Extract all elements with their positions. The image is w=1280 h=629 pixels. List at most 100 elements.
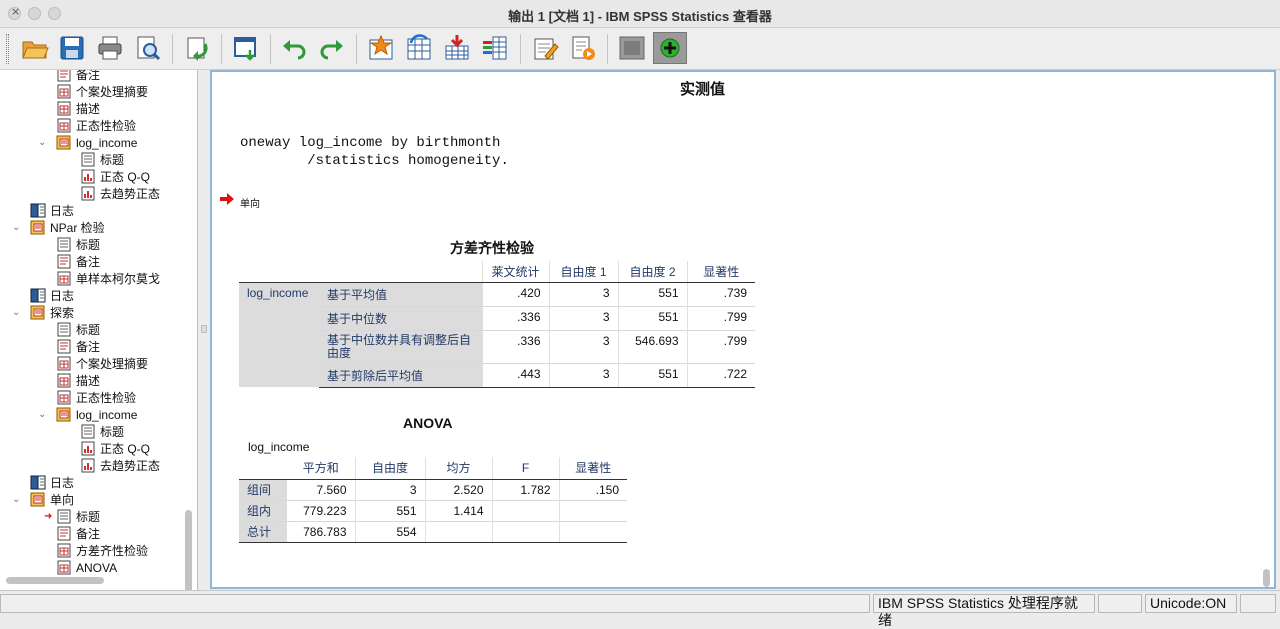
tree-item-label: 备注 [76, 70, 101, 82]
tree-item-label: NPar 检验 [50, 221, 105, 235]
tree-item[interactable]: 日志 [30, 287, 74, 304]
tree-item[interactable]: 标题 [56, 321, 100, 338]
tree-item[interactable]: ⌄ log_income [38, 134, 137, 151]
expand-chevron-icon[interactable]: ⌄ [12, 307, 24, 318]
chart-icon [80, 458, 96, 473]
save-icon [60, 36, 84, 60]
table-cell: 554 [354, 520, 425, 543]
pane-splitter[interactable] [198, 70, 210, 590]
outline-vertical-scrollbar[interactable] [185, 510, 192, 590]
expand-chevron-icon[interactable]: ⌄ [12, 494, 24, 505]
tree-item[interactable]: 标题 ➜ [44, 508, 101, 525]
tree-item[interactable]: 备注 [56, 338, 100, 355]
syntax-line: oneway log_income by birthmonth [240, 135, 501, 151]
log-icon [30, 288, 46, 303]
table-cell: .336 [481, 329, 549, 363]
tree-item[interactable]: 备注 [56, 70, 100, 83]
tree-item[interactable]: 个案处理摘要 [56, 355, 148, 372]
status-bar: IBM SPSS Statistics 处理程序就绪 Unicode:ON [0, 590, 1280, 628]
tree-item[interactable]: 正态 Q-Q [80, 168, 150, 185]
table-icon [56, 373, 72, 388]
expand-chevron-icon[interactable]: ⌄ [38, 409, 50, 420]
goto-case-icon [369, 34, 393, 60]
table-cell: 3 [548, 305, 618, 330]
tree-item[interactable]: 方差齐性检验 [56, 542, 148, 559]
tree-item[interactable]: ⌄ 单向 [12, 491, 74, 508]
tree-item[interactable]: 描述 [56, 372, 100, 389]
tree-item-label: 正态 Q-Q [100, 170, 150, 184]
table-cell: 1.782 [491, 478, 559, 500]
tree-item-label: 正态 Q-Q [100, 442, 150, 456]
toolbar-grip[interactable] [6, 34, 9, 64]
column-header: 自由度 1 [548, 261, 618, 283]
table-cell: 1.414 [424, 499, 492, 521]
tree-item[interactable]: 正态性检验 [56, 389, 136, 406]
insert-cases-button[interactable] [440, 32, 474, 64]
tree-item-label: 标题 [76, 510, 101, 524]
open-button[interactable] [18, 32, 52, 64]
variables-button[interactable] [478, 32, 512, 64]
undo-button[interactable] [277, 32, 311, 64]
tree-item[interactable]: 备注 [56, 525, 100, 542]
row-label: 基于剪除后平均值 [319, 362, 482, 388]
table-cell: 546.693 [617, 329, 687, 363]
tree-item[interactable]: 标题 [56, 236, 100, 253]
tree-item-label: 去趋势正态 [100, 187, 161, 201]
tree-item[interactable]: 个案处理摘要 [56, 83, 148, 100]
expand-chevron-icon[interactable]: ⌄ [12, 222, 24, 233]
run-script-button[interactable] [566, 32, 600, 64]
redo-button[interactable] [315, 32, 349, 64]
row-variable-label: log_income [239, 281, 319, 387]
variables-icon [483, 36, 507, 60]
designate-window-button[interactable] [528, 32, 562, 64]
expand-chevron-icon[interactable]: ⌄ [38, 137, 50, 148]
title-icon [80, 424, 96, 439]
tree-item[interactable]: ⌄ NPar 检验 [12, 219, 105, 236]
export-button[interactable] [180, 32, 214, 64]
row-label: 基于中位数并具有调整后自由度 [319, 329, 482, 363]
tree-item[interactable]: 标题 [80, 151, 124, 168]
show-button[interactable] [653, 32, 687, 64]
tree-item[interactable]: 正态性检验 [56, 117, 136, 134]
tree-item[interactable]: ANOVA [56, 559, 117, 576]
tree-item[interactable]: 标题 [80, 423, 124, 440]
chart-icon [80, 441, 96, 456]
chart-icon [80, 186, 96, 201]
tree-item[interactable]: 单样本柯尔莫戈 [56, 270, 160, 287]
row-label: 组内 [239, 499, 287, 521]
tree-item-label: ANOVA [76, 560, 118, 575]
tree-item[interactable]: 正态 Q-Q [80, 440, 150, 457]
outline-tree-pane[interactable]: 备注 个案处理摘要 描述 正态性检验 ⌄ log_income 标题 正态 Q-Q 去趋势正态日… [0, 70, 198, 590]
table-cell: 551 [617, 362, 687, 388]
syntax-line: /statistics homogeneity. [240, 153, 509, 169]
open-folder-icon [22, 41, 49, 59]
anova-table[interactable]: 平方和 自由度 均方 F 显著性 组间 7.560 3 2.520 1.782 … [239, 457, 627, 543]
tree-item[interactable]: 备注 [56, 253, 100, 270]
tree-item-label: 日志 [50, 476, 75, 490]
goto-case-button[interactable] [364, 32, 398, 64]
save-button[interactable] [55, 32, 89, 64]
tree-item[interactable]: 去趋势正态 [80, 185, 160, 202]
tree-item-label: 去趋势正态 [100, 459, 161, 473]
levene-table[interactable]: 莱文统计 自由度 1 自由度 2 显著性 log_income 基于平均值 .4… [239, 261, 755, 388]
tree-item[interactable]: ⌄ 探索 [12, 304, 74, 321]
anova-subtitle: log_income [248, 440, 310, 454]
column-header: 平方和 [287, 457, 355, 480]
tree-item[interactable]: 去趋势正态 [80, 457, 160, 474]
recall-dialog-button[interactable] [229, 32, 263, 64]
print-button[interactable] [93, 32, 127, 64]
print-preview-button[interactable] [131, 32, 165, 64]
tree-item[interactable]: 日志 [30, 202, 74, 219]
hide-button[interactable] [615, 32, 649, 64]
outline-horizontal-scrollbar[interactable] [6, 577, 104, 584]
table-cell: 779.223 [287, 499, 355, 521]
output-pane[interactable]: 实测值 oneway log_income by birthmonth /sta… [210, 70, 1276, 589]
output-vertical-scrollbar[interactable] [1263, 569, 1270, 587]
tree-item[interactable]: 日志 [30, 474, 74, 491]
row-label: 基于中位数 [319, 305, 482, 330]
tree-item[interactable]: ⌄ log_income [38, 406, 137, 423]
tree-item[interactable]: 描述 [56, 100, 100, 117]
window-title: 输出 1 [文档 1] - IBM SPSS Statistics 查看器 [508, 9, 772, 24]
goto-variable-button[interactable] [402, 32, 436, 64]
tree-item-label: 个案处理摘要 [76, 85, 149, 99]
